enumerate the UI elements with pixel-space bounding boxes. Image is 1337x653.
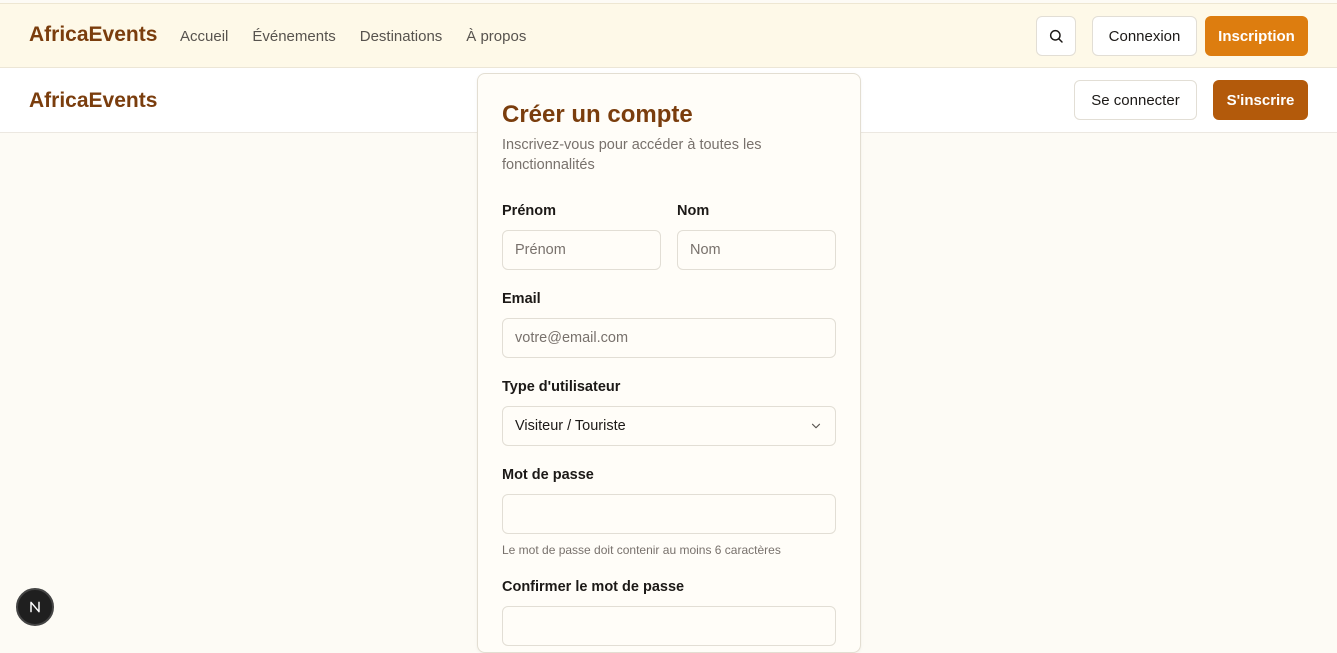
last-name-label: Nom bbox=[677, 203, 710, 219]
nextjs-dev-badge[interactable] bbox=[16, 588, 54, 626]
login-button[interactable]: Connexion bbox=[1092, 16, 1197, 56]
nav-link-home[interactable]: Accueil bbox=[180, 28, 228, 45]
brand-logo-secondary[interactable]: AfricaEvents bbox=[29, 89, 157, 113]
email-label: Email bbox=[502, 291, 541, 307]
sign-in-button[interactable]: Se connecter bbox=[1074, 80, 1197, 120]
nextjs-logo-icon bbox=[30, 601, 40, 613]
nav-link-destinations[interactable]: Destinations bbox=[360, 28, 443, 45]
user-type-value: Visiteur / Touriste bbox=[515, 418, 626, 434]
top-navbar: AfricaEvents Accueil Événements Destinat… bbox=[0, 3, 1337, 68]
password-input[interactable] bbox=[502, 494, 836, 534]
email-input[interactable] bbox=[502, 318, 836, 358]
user-type-select[interactable]: Visiteur / Touriste bbox=[502, 406, 836, 446]
confirm-password-label: Confirmer le mot de passe bbox=[502, 579, 685, 595]
first-name-input[interactable] bbox=[502, 230, 661, 270]
last-name-input[interactable] bbox=[677, 230, 836, 270]
nav-link-about[interactable]: À propos bbox=[466, 28, 526, 45]
form-subtitle: Inscrivez-vous pour accéder à toutes les… bbox=[502, 137, 762, 173]
search-button[interactable] bbox=[1036, 16, 1076, 56]
password-label: Mot de passe bbox=[502, 467, 594, 483]
chevron-down-icon bbox=[811, 423, 821, 429]
user-type-label: Type d'utilisateur bbox=[502, 379, 621, 395]
confirm-password-input[interactable] bbox=[502, 606, 836, 646]
search-icon bbox=[1049, 29, 1063, 43]
nav-link-events[interactable]: Événements bbox=[252, 28, 335, 45]
register-card: Créer un compte Inscrivez-vous pour accé… bbox=[477, 73, 861, 653]
first-name-label: Prénom bbox=[502, 203, 556, 219]
password-hint: Le mot de passe doit contenir au moins 6… bbox=[502, 543, 781, 557]
brand-logo[interactable]: AfricaEvents bbox=[29, 23, 157, 47]
register-button[interactable]: S'inscrire bbox=[1213, 80, 1308, 120]
signup-button[interactable]: Inscription bbox=[1205, 16, 1308, 56]
form-title: Créer un compte bbox=[502, 101, 693, 128]
main-nav: Accueil Événements Destinations À propos bbox=[180, 28, 526, 45]
